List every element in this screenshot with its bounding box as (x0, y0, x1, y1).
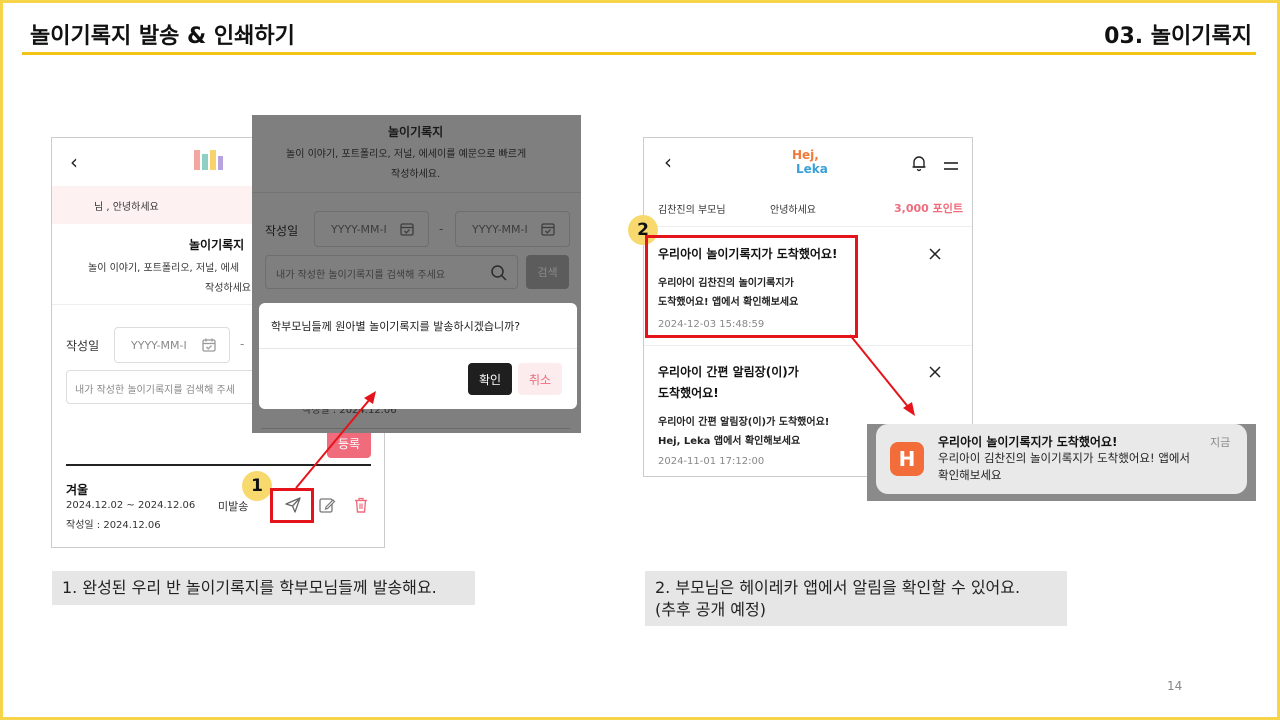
notification-highlight-box (645, 235, 858, 338)
page-number: 14 (1167, 679, 1183, 693)
step-1-badge: 1 (242, 471, 272, 501)
section-title: 03. 놀이기록지 (1104, 24, 1252, 49)
overlay-start-date-placeholder: YYYY-MM-I (331, 223, 387, 236)
push-body-1: 우리아이 김찬진의 놀이기록지가 도착했어요! 앱에서 (938, 451, 1190, 465)
points: 3,000 포인트 (894, 202, 963, 215)
notification-time-2: 2024-11-01 17:12:00 (658, 456, 765, 467)
date-dash: - (240, 337, 245, 351)
overlay-date-label: 작성일 (265, 224, 299, 238)
overlay-divider (252, 192, 581, 193)
cancel-button[interactable]: 취소 (518, 363, 562, 395)
logo-bottom: Leka (796, 162, 828, 176)
user-greeting: 안녕하세요 (770, 205, 816, 216)
arrow-to-push (849, 334, 915, 416)
overlay-search-placeholder: 내가 작성한 놀이기록지를 검색해 주세요 (276, 270, 446, 281)
app-icon: H (890, 442, 924, 476)
search-icon (490, 264, 508, 286)
push-title: 우리아이 놀이기록지가 도착했어요! (938, 435, 1118, 449)
notification-body-2b: Hej, Leka 앱에서 확인해보세요 (658, 436, 801, 447)
overlay-desc-2: 작성하세요. (391, 169, 441, 180)
caption-right-line-1: 2. 부모님은 헤이레카 앱에서 알림을 확인할 수 있어요. (655, 578, 1021, 597)
dialog-message: 학부모님들께 원아별 놀이기록지를 발송하시겠습니까? (271, 320, 521, 333)
menu-icon[interactable] (943, 157, 959, 176)
notification-close-icon-2[interactable] (928, 364, 942, 383)
item-status: 미발송 (218, 500, 249, 513)
overlay-end-date: YYYY-MM-I (455, 211, 570, 247)
app-logo (192, 146, 226, 176)
user-name: 김찬진의 부모님 (658, 205, 726, 216)
calendar-icon[interactable] (201, 337, 217, 357)
header-divider (644, 226, 972, 227)
start-date-input[interactable]: YYYY-MM-I (114, 327, 230, 363)
item-period: 2024.12.02 ~ 2024.12.06 (66, 500, 196, 511)
overlay-calendar-icon (399, 221, 415, 241)
caption-left: 1. 완성된 우리 반 놀이기록지를 학부모님들께 발송해요. (52, 571, 475, 605)
notification-close-icon-1[interactable] (928, 246, 942, 265)
card-title: 놀이기록지 (189, 238, 245, 252)
greeting-text: 님 , 안녕하세요 (94, 202, 159, 213)
overlay-title: 놀이기록지 (388, 125, 444, 139)
overlay-search-button: 검색 (526, 255, 569, 289)
delete-icon[interactable] (352, 496, 370, 518)
caption-right: 2. 부모님은 헤이레카 앱에서 알림을 확인할 수 있어요. (추후 공개 예… (645, 571, 1067, 626)
dialog-divider (259, 348, 577, 349)
overlay-desc-1: 놀이 이야기, 포트폴리오, 저널, 에세이를 예문으로 빠르게 (286, 149, 527, 160)
push-time: 지금 (1210, 436, 1231, 449)
item-title: 겨울 (66, 483, 89, 497)
back-arrow-icon[interactable]: ‹ (70, 150, 78, 174)
slide-title: 놀이기록지 발송 & 인쇄하기 (30, 24, 295, 49)
back-arrow-icon[interactable]: ‹ (664, 150, 672, 174)
date-label: 작성일 (66, 339, 100, 353)
overlay-end-date-placeholder: YYYY-MM-I (472, 223, 528, 236)
notification-body-2a: 우리아이 간편 알림장(이)가 도착했어요! (658, 417, 830, 428)
card-desc-1: 놀이 이야기, 포트폴리오, 저널, 에세 (88, 263, 240, 274)
overlay-search-input: 내가 작성한 놀이기록지를 검색해 주세요 (265, 255, 518, 289)
search-placeholder: 내가 작성한 놀이기록지를 검색해 주세 (75, 385, 235, 396)
caption-right-line-2: (추후 공개 예정) (655, 600, 766, 619)
notification-title-2b: 도착했어요! (658, 386, 719, 400)
overlay-start-date: YYYY-MM-I (314, 211, 429, 247)
push-body-2: 확인해보세요 (938, 468, 1002, 482)
item-created: 작성일 : 2024.12.06 (66, 520, 161, 531)
start-date-placeholder: YYYY-MM-I (131, 339, 187, 352)
bell-icon[interactable] (910, 154, 928, 176)
overlay-end-calendar-icon (540, 221, 556, 241)
card-desc-2: 작성하세요. (205, 283, 255, 294)
logo-top: Hej, (792, 148, 819, 162)
edit-icon[interactable] (318, 496, 336, 518)
hej-leka-logo: Hej, Leka (792, 148, 832, 182)
confirm-button[interactable]: 확인 (468, 363, 512, 395)
push-notification[interactable]: H 우리아이 놀이기록지가 도착했어요! 우리아이 김찬진의 놀이기록지가 도착… (876, 424, 1247, 494)
notification-title-2a: 우리아이 간편 알림장(이)가 (658, 365, 799, 379)
arrow-to-dialog (295, 391, 376, 489)
title-underline (22, 52, 1256, 55)
overlay-dash: - (439, 222, 444, 236)
